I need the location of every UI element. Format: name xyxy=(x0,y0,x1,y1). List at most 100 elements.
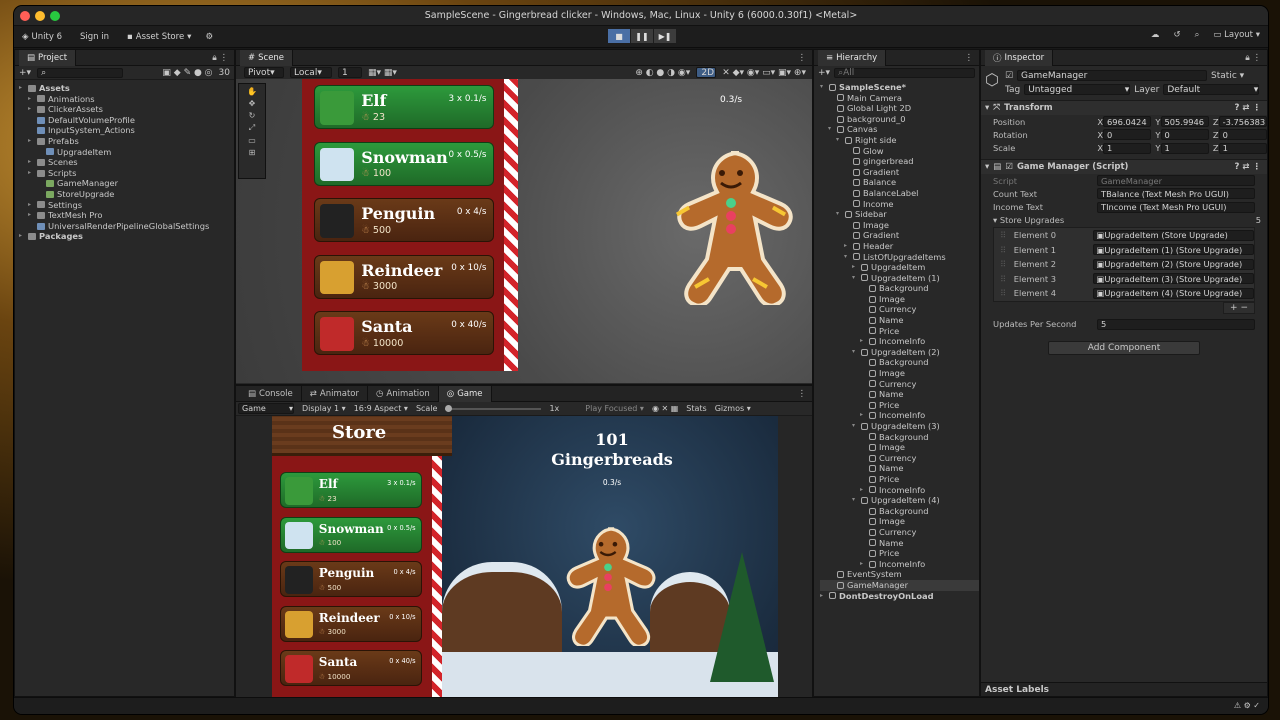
rect-tool-icon[interactable]: ▭ xyxy=(248,136,256,145)
hierarchy-item[interactable]: Price xyxy=(820,326,979,337)
local-dropdown[interactable]: Local ▾ xyxy=(290,67,332,78)
bottom-menu-icon[interactable]: ⋮ xyxy=(798,389,807,399)
drag-handle-icon[interactable]: ⠿ xyxy=(1000,274,1014,284)
scene-viewport[interactable]: ✋ ✥ ↻ ⤢ ▭ ⊞ Elf ☃ 23 3 x 0.1/s Snowman ☃ 100… xyxy=(236,79,812,383)
scale-x-field[interactable]: 1 xyxy=(1103,142,1152,154)
store-item-elf[interactable]: Elf ☃ 23 3 x 0.1/s xyxy=(280,472,422,508)
project-item[interactable]: ▸ Packages xyxy=(19,231,234,242)
element-object-field[interactable]: ▣ UpgradeItem (4) (Store Upgrade) xyxy=(1092,287,1254,299)
account-menu[interactable]: ◈ Unity 6 xyxy=(22,32,62,42)
expand-arrow-icon[interactable]: ▸ xyxy=(820,591,826,602)
scale-tool-icon[interactable]: ⤢ xyxy=(249,123,255,133)
expand-arrow-icon[interactable]: ▸ xyxy=(28,210,34,221)
hierarchy-item[interactable]: Name xyxy=(820,315,979,326)
project-item[interactable]: UpgradeItem xyxy=(19,147,234,158)
game-option-icons[interactable]: ◉ ✕ ▦ xyxy=(652,404,678,413)
tab-console[interactable]: ▤ Console xyxy=(240,385,302,402)
hierarchy-item[interactable]: ▾ UpgradeItem (1) xyxy=(820,273,979,284)
hierarchy-item[interactable]: Background xyxy=(820,432,979,443)
transform-tool-icon[interactable]: ⊞ xyxy=(249,148,256,157)
zoom-button[interactable] xyxy=(50,11,60,21)
store-item-snowman[interactable]: Snowman ☃ 100 0 x 0.5/s xyxy=(314,141,494,186)
project-item[interactable]: ▸ Assets xyxy=(19,83,234,94)
hierarchy-item[interactable]: Image xyxy=(820,220,979,231)
scene-menu-icon[interactable]: ⋮ xyxy=(798,53,807,63)
expand-arrow-icon[interactable]: ▸ xyxy=(28,104,34,115)
expand-arrow-icon[interactable]: ▸ xyxy=(19,231,25,242)
2d-toggle[interactable]: 2D xyxy=(696,67,717,78)
expand-arrow-icon[interactable]: ▸ xyxy=(28,136,34,147)
project-item[interactable]: GameManager xyxy=(19,178,234,189)
hierarchy-item[interactable]: ▸ IncomeInfo xyxy=(820,559,979,570)
close-button[interactable] xyxy=(20,11,30,21)
store-item-penguin[interactable]: Penguin ☃ 500 0 x 4/s xyxy=(314,198,494,242)
gizmos-dropdown[interactable]: Gizmos ▾ xyxy=(715,404,751,413)
store-item-santa[interactable]: Santa ☃ 10000 0 x 40/s xyxy=(280,650,422,686)
updates-per-second-field[interactable]: 5 xyxy=(1097,318,1255,330)
hierarchy-item[interactable]: Name xyxy=(820,463,979,474)
active-checkbox[interactable]: ☑ xyxy=(1005,71,1013,81)
hierarchy-item[interactable]: ▸ Header xyxy=(820,241,979,252)
hierarchy-item[interactable]: Currency xyxy=(820,527,979,538)
hierarchy-item[interactable]: Gradient xyxy=(820,230,979,241)
hierarchy-item[interactable]: ▾ UpgradeItem (3) xyxy=(820,421,979,432)
expand-arrow-icon[interactable]: ▾ xyxy=(828,124,834,135)
game-viewport[interactable]: Store Elf ☃ 23 3 x 0.1/s Snowman ☃ 100 0 x 0.… xyxy=(236,416,812,697)
transform-header[interactable]: ▾ ⤧ Transform? ⇄ ⋮ xyxy=(981,100,1267,115)
tab-scene[interactable]: # Scene xyxy=(240,49,294,66)
hierarchy-item[interactable]: ▸ IncomeInfo xyxy=(820,485,979,496)
scene-gingerbread[interactable] xyxy=(666,147,796,305)
expand-arrow-icon[interactable]: ▸ xyxy=(28,168,34,179)
expand-arrow-icon[interactable]: ▾ xyxy=(852,273,858,284)
stats-button[interactable]: Stats xyxy=(686,404,706,413)
store-item-elf[interactable]: Elf ☃ 23 3 x 0.1/s xyxy=(314,85,494,129)
hierarchy-item[interactable]: Glow xyxy=(820,146,979,157)
project-item[interactable]: InputSystem_Actions xyxy=(19,125,234,136)
asset-store-button[interactable]: ▪ Asset Store ▾ xyxy=(127,32,191,42)
static-toggle[interactable]: Static ▾ xyxy=(1211,71,1244,81)
expand-arrow-icon[interactable]: ▾ xyxy=(852,347,858,358)
pause-button[interactable]: ❚❚ xyxy=(631,29,653,43)
hierarchy-item[interactable]: Main Camera xyxy=(820,93,979,104)
hierarchy-item[interactable]: ▾ Canvas xyxy=(820,124,979,135)
hierarchy-item[interactable]: GameManager xyxy=(820,579,979,591)
draw-mode-icons[interactable]: ⊕ ◐ ● ◑ ◉▾ xyxy=(635,68,690,78)
hierarchy-item[interactable]: ▾ UpgradeItem (2) xyxy=(820,347,979,358)
cloud-icon[interactable]: ☁ xyxy=(1151,30,1160,40)
project-item[interactable]: UniversalRenderPipelineGlobalSettings xyxy=(19,221,234,232)
list-add-remove-buttons[interactable]: + − xyxy=(1223,301,1255,314)
scale-y-field[interactable]: 1 xyxy=(1160,142,1209,154)
component-menu-icon[interactable]: ? ⇄ ⋮ xyxy=(1235,162,1261,172)
tab-hierarchy[interactable]: ≡ Hierarchy xyxy=(818,49,887,66)
tab-animator[interactable]: ⇄ Animator xyxy=(302,385,368,402)
hierarchy-search-input[interactable]: ⌕ All xyxy=(834,68,975,78)
drag-handle-icon[interactable]: ⠿ xyxy=(1000,245,1014,255)
add-icon[interactable]: +▾ xyxy=(19,68,31,78)
hierarchy-item[interactable]: Background xyxy=(820,357,979,368)
hierarchy-item[interactable]: Image xyxy=(820,294,979,305)
drag-handle-icon[interactable]: ⠿ xyxy=(1000,230,1014,240)
rotate-tool-icon[interactable]: ↻ xyxy=(249,111,256,120)
hierarchy-item[interactable]: Background xyxy=(820,506,979,517)
hierarchy-item[interactable]: EventSystem xyxy=(820,569,979,580)
hierarchy-item[interactable]: BalanceLabel xyxy=(820,188,979,199)
status-icons[interactable]: ⚠ ⚙ ✓ xyxy=(1234,701,1260,710)
position-x-field[interactable]: 696.0424 xyxy=(1103,116,1152,128)
expand-arrow-icon[interactable]: ▸ xyxy=(860,410,866,421)
hand-tool-icon[interactable]: ✋ xyxy=(247,87,257,96)
move-tool-icon[interactable]: ✥ xyxy=(249,99,256,108)
component-menu-icon[interactable]: ? ⇄ ⋮ xyxy=(1235,103,1261,113)
drag-handle-icon[interactable]: ⠿ xyxy=(1000,259,1014,269)
play-focused-dropdown[interactable]: Play Focused ▾ xyxy=(585,404,644,413)
tab-game[interactable]: ◎ Game xyxy=(438,385,492,402)
settings-icon[interactable]: ⚙ xyxy=(205,32,213,42)
inspector-menu-icon[interactable]: 🔒︎ ⋮ xyxy=(1245,53,1261,63)
project-item[interactable]: ▸ Settings xyxy=(19,200,234,211)
hierarchy-item[interactable]: Income xyxy=(820,199,979,210)
tab-project[interactable]: ▤ Project xyxy=(19,49,77,66)
tab-inspector[interactable]: ⓘ Inspector xyxy=(985,49,1054,66)
expand-arrow-icon[interactable]: ▾ xyxy=(852,421,858,432)
hierarchy-item[interactable]: ▾ Sidebar xyxy=(820,209,979,220)
hierarchy-item[interactable]: Background xyxy=(820,283,979,294)
drag-handle-icon[interactable]: ⠿ xyxy=(1000,288,1014,298)
